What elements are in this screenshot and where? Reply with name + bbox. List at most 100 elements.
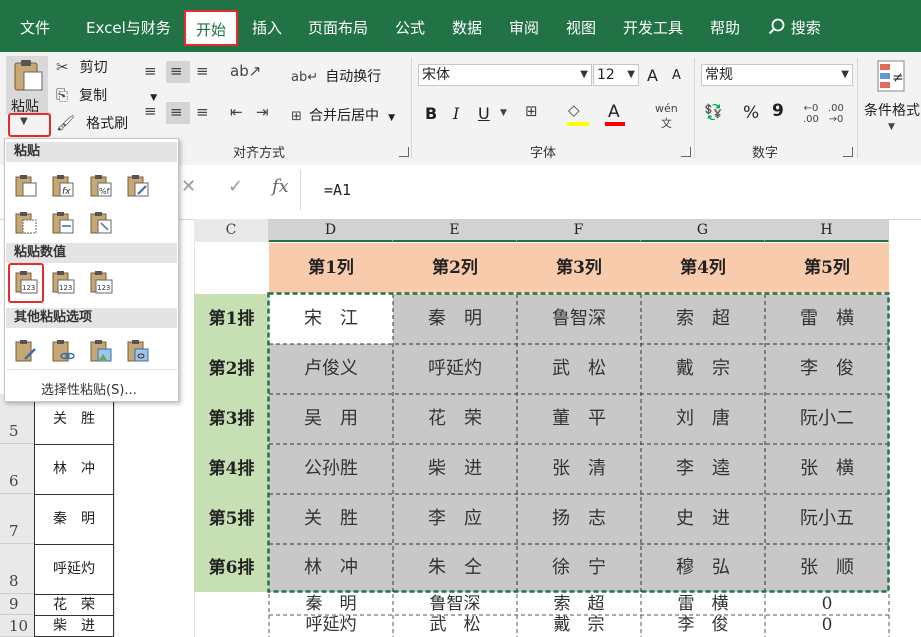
paste-formulas-icon[interactable]: fx	[51, 174, 75, 198]
font-launcher-icon[interactable]	[681, 147, 691, 157]
underline-button[interactable]: U	[478, 104, 490, 123]
increase-indent-icon[interactable]: ⇥	[256, 103, 269, 121]
menu-home[interactable]: 开始	[184, 10, 239, 46]
font-size-select[interactable]: 12 ▼	[593, 64, 639, 86]
number-format-select[interactable]: 常规 ▼	[701, 64, 853, 86]
paste-values-number-format-icon[interactable]: 123	[51, 270, 75, 294]
paste-transpose-icon[interactable]	[89, 211, 113, 235]
header-cell[interactable]: 第4列	[641, 243, 765, 293]
row-label-cell[interactable]: 第6排	[194, 544, 269, 592]
enter-icon[interactable]: ✓	[228, 176, 243, 197]
conditional-format-chevron-icon[interactable]: ▼	[888, 122, 895, 132]
underline-chevron-icon[interactable]: ▼	[500, 108, 507, 118]
menu-file[interactable]: 文件	[20, 0, 50, 52]
menu-excel-finance[interactable]: Excel与财务	[86, 0, 171, 52]
wrap-text-button[interactable]: ab↵ 自动换行	[291, 66, 381, 86]
row-label-cell[interactable]: 第1排	[194, 294, 269, 344]
orientation-icon[interactable]: ab↗	[230, 62, 261, 80]
header-cell[interactable]: 第5列	[765, 243, 889, 293]
comma-button[interactable]: 9	[772, 101, 784, 121]
paste-special-item[interactable]: 选择性粘贴(S)...	[41, 379, 137, 398]
chevron-down-icon[interactable]: ▼	[20, 116, 28, 127]
left-column-cell[interactable]: 秦 明	[34, 494, 114, 545]
paste-formulas-number-format-icon[interactable]: %f	[89, 174, 113, 198]
decrease-decimal-icon[interactable]: .00 →0	[828, 103, 844, 125]
align-right-icon[interactable]: ≡	[196, 103, 209, 121]
header-cell[interactable]: 第2列	[393, 243, 517, 293]
row-header[interactable]: 6	[0, 444, 34, 494]
svg-text:%f: %f	[99, 187, 110, 196]
paste-link-icon[interactable]	[51, 339, 75, 363]
left-column-cell[interactable]: 呼延灼	[34, 544, 114, 595]
phonetic-icon[interactable]: wén 文	[655, 102, 678, 131]
menu-formulas[interactable]: 公式	[395, 0, 425, 52]
other-paste-section-header: 其他粘贴选项	[6, 308, 177, 328]
paste-values-icon[interactable]: 123	[14, 270, 38, 294]
column-header-e[interactable]: E	[393, 219, 517, 242]
paste-picture-icon[interactable]	[89, 339, 113, 363]
merge-chevron-icon: ▼	[388, 113, 396, 123]
conditional-format-icon[interactable]: ≠	[877, 60, 907, 94]
paste-keep-source-format-icon[interactable]	[126, 174, 150, 198]
merge-center-label: 合并后居中	[309, 108, 379, 124]
font-increase-icon[interactable]: A	[647, 66, 658, 85]
search-button[interactable]: 搜索	[768, 0, 821, 52]
cancel-icon[interactable]: ✕	[181, 176, 196, 197]
bold-button[interactable]: B	[425, 104, 437, 123]
font-decrease-icon[interactable]: A	[672, 68, 681, 83]
align-top-icon[interactable]: ≡	[144, 62, 157, 80]
row-label-cell[interactable]: 第3排	[194, 394, 269, 444]
column-header-h[interactable]: H	[765, 219, 889, 242]
column-header-c[interactable]: C	[194, 219, 269, 242]
row-header[interactable]: 7	[0, 494, 34, 544]
menu-review[interactable]: 审阅	[509, 0, 539, 52]
font-color-button[interactable]: A	[608, 102, 620, 122]
font-name-select[interactable]: 宋体 ▼	[418, 64, 592, 86]
increase-decimal-icon[interactable]: ←0.00	[803, 103, 819, 125]
left-column-cell[interactable]: 花 荣	[34, 594, 114, 616]
row-header[interactable]: 8	[0, 544, 34, 594]
fx-icon[interactable]: fx	[272, 176, 289, 197]
left-column-cell[interactable]: 柴 进	[34, 615, 114, 637]
conditional-format-label[interactable]: 条件格式	[864, 100, 920, 120]
paste-button[interactable]: 粘贴	[6, 56, 48, 115]
row-label-cell[interactable]: 第5排	[194, 494, 269, 544]
paste-keep-column-widths-icon[interactable]	[51, 211, 75, 235]
copy-button[interactable]: ⎘ 复制 ▼	[56, 85, 157, 105]
paste-values-source-format-icon[interactable]: 123	[89, 270, 113, 294]
align-left-icon[interactable]: ≡	[144, 102, 157, 120]
paste-icon[interactable]	[14, 174, 38, 198]
row-header[interactable]: 9	[0, 594, 34, 615]
menu-help[interactable]: 帮助	[710, 0, 740, 52]
decrease-indent-icon[interactable]: ⇤	[230, 103, 243, 121]
column-header-g[interactable]: G	[641, 219, 765, 242]
row-label-cell[interactable]: 第4排	[194, 444, 269, 494]
borders-icon[interactable]: ⊞	[525, 102, 538, 120]
menu-insert[interactable]: 插入	[252, 0, 282, 52]
paste-formatting-icon[interactable]	[14, 339, 38, 363]
alignment-launcher-icon[interactable]	[399, 147, 409, 157]
merge-center-button[interactable]: ⊞ 合并后居中 ▼	[291, 105, 395, 125]
italic-button[interactable]: I	[453, 104, 459, 123]
header-cell[interactable]: 第3列	[517, 243, 641, 293]
align-bottom-icon[interactable]: ≡	[196, 62, 209, 80]
column-header-f[interactable]: F	[517, 219, 641, 242]
menu-view[interactable]: 视图	[566, 0, 596, 52]
cut-button[interactable]: ✂ 剪切	[56, 57, 108, 77]
paste-linked-picture-icon[interactable]	[126, 339, 150, 363]
row-label-cell[interactable]: 第2排	[194, 344, 269, 394]
currency-icon[interactable]: 💱	[704, 103, 723, 121]
percent-button[interactable]: %	[743, 103, 759, 123]
menu-developer[interactable]: 开发工具	[623, 0, 683, 52]
menu-page-layout[interactable]: 页面布局	[308, 0, 368, 52]
left-column-cell[interactable]: 林 冲	[34, 444, 114, 495]
number-launcher-icon[interactable]	[843, 147, 853, 157]
menu-data[interactable]: 数据	[452, 0, 482, 52]
format-painter-button[interactable]: 🖌 格式刷	[56, 113, 128, 133]
formula-input[interactable]: =A1	[324, 181, 351, 199]
paste-no-borders-icon[interactable]	[14, 211, 38, 235]
header-cell[interactable]: 第1列	[269, 243, 393, 293]
row-header[interactable]: 10	[0, 615, 34, 637]
column-header-d[interactable]: D	[269, 219, 393, 242]
fill-color-icon[interactable]: ◇	[568, 101, 580, 119]
